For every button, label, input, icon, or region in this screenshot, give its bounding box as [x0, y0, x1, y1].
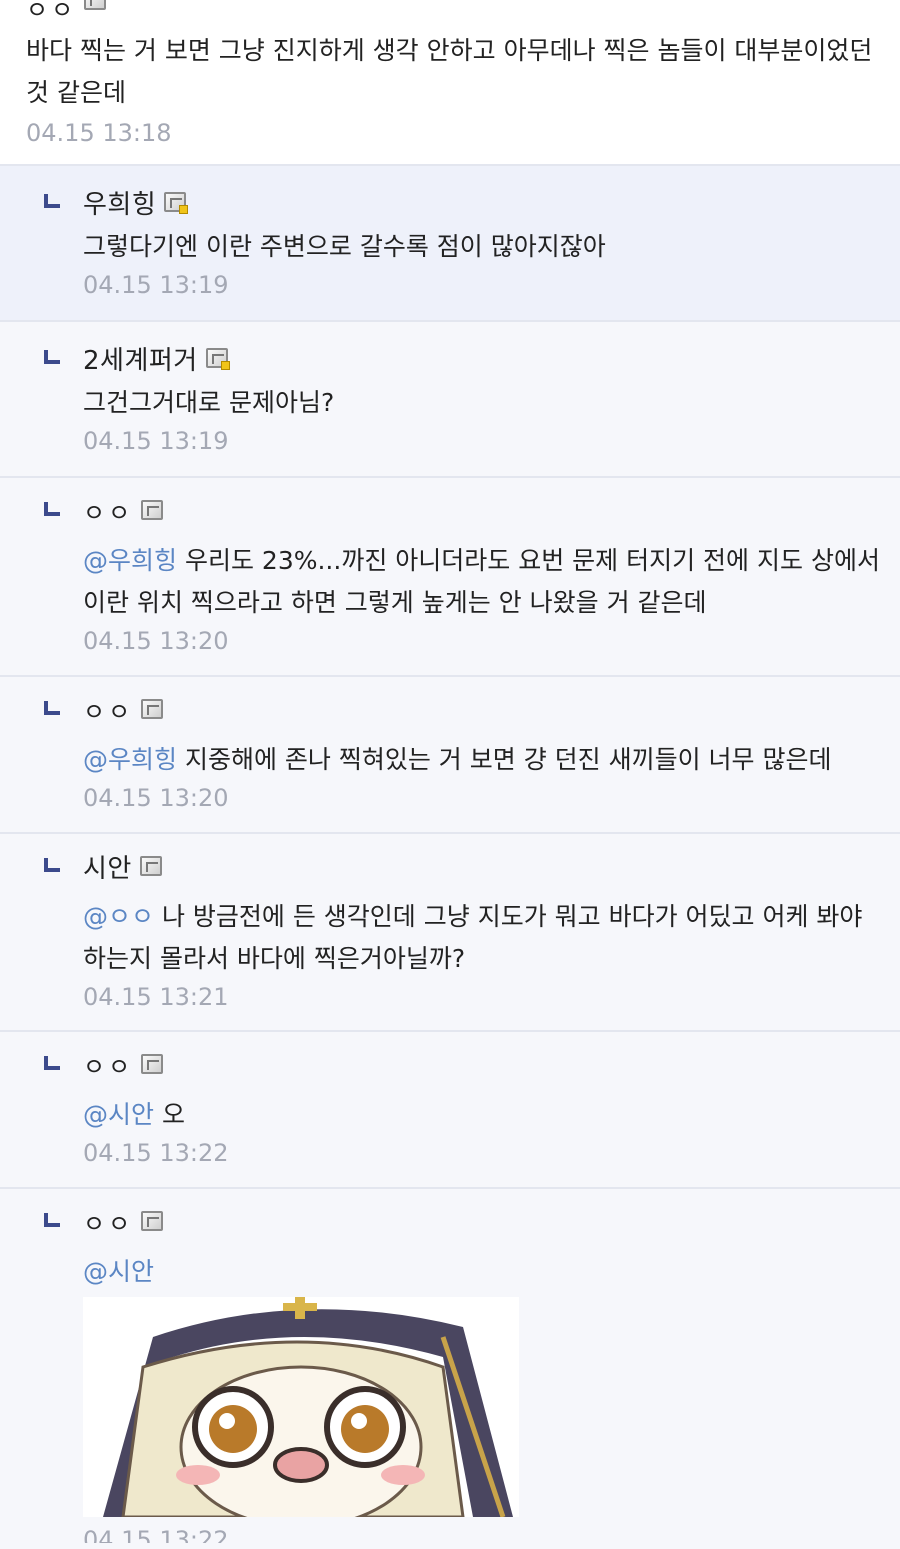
comment-text-body: 오	[154, 1100, 185, 1129]
author-name[interactable]: ㅇㅇ	[83, 1204, 133, 1239]
comment-text: 그렇다기엔 이란 주변으로 갈수록 점이 많아지잖아	[83, 232, 606, 261]
comment-text-body: 우리도 23%...까진 아니더라도 요번 문제 터지기 전에 지도 상에서 이…	[83, 546, 880, 617]
fixed-nick-badge-icon	[141, 1211, 164, 1231]
mention-link[interactable]: @ㅇㅇ	[83, 902, 154, 931]
reply-comment: 시안 @ㅇㅇ 나 방금전에 든 생각인데 그냥 지도가 뭐고 바다가 어딨고 어…	[0, 834, 900, 1032]
comment-timestamp: 04.15 13:18	[26, 119, 172, 147]
mention-link[interactable]: @우희힝	[83, 546, 177, 575]
reply-arrow-icon	[44, 502, 60, 516]
reply-comment: 2세계퍼거 그건그거대로 문제아님? 04.15 13:19	[0, 322, 900, 478]
author-name[interactable]: 2세계퍼거	[83, 340, 198, 377]
fixed-nick-badge-icon	[164, 192, 189, 214]
mention-link[interactable]: @우희힝	[83, 745, 177, 774]
reply-arrow-icon	[44, 701, 60, 715]
author-line: ㅇㅇ	[26, 0, 874, 24]
reply-arrow-icon	[44, 858, 60, 872]
comment-text-body: 나 방금전에 든 생각인데 그냥 지도가 뭐고 바다가 어딨고 어케 봐야하는지…	[83, 902, 863, 973]
comment-text-body: 지중해에 존나 찍혀있는 거 보면 걍 던진 새끼들이 너무 많은데	[177, 745, 832, 774]
reply-arrow-icon	[44, 350, 60, 364]
comment-timestamp: 04.15 13:19	[83, 271, 229, 299]
comment-thread: ㅇㅇ 바다 찍는 거 보면 그냥 진지하게 생각 안하고 아무데나 찍은 놈들이…	[0, 0, 900, 1549]
reply-arrow-icon	[44, 194, 60, 208]
reply-comment: ㅇㅇ @우희힝 우리도 23%...까진 아니더라도 요번 문제 터지기 전에 …	[0, 478, 900, 677]
emoticon-image[interactable]	[83, 1297, 519, 1529]
comment-timestamp: 04.15 13:20	[83, 627, 229, 655]
fixed-nick-badge-icon	[84, 0, 107, 10]
author-name[interactable]: ㅇㅇ	[83, 493, 133, 528]
comment-root: ㅇㅇ 바다 찍는 거 보면 그냥 진지하게 생각 안하고 아무데나 찍은 놈들이…	[0, 0, 900, 166]
author-line: ㅇㅇ	[83, 689, 880, 729]
comment-text: @시안 오	[83, 1094, 880, 1136]
comment-text: @우희힝 지중해에 존나 찍혀있는 거 보면 걍 던진 새끼들이 너무 많은데	[83, 739, 880, 781]
reply-comment: ㅇㅇ @시안 04.15 13:22	[0, 1189, 900, 1549]
comment-text: @시안	[83, 1251, 880, 1293]
comment-timestamp: 04.15 13:19	[83, 427, 229, 455]
fixed-nick-badge-icon	[141, 699, 164, 719]
comment-text: 그건그거대로 문제아님?	[83, 388, 335, 417]
author-line: ㅇㅇ	[83, 1044, 880, 1084]
fixed-nick-badge-icon	[141, 500, 164, 520]
fixed-nick-badge-icon	[139, 856, 162, 876]
reply-arrow-icon	[44, 1213, 60, 1227]
comment-timestamp: 04.15 13:20	[83, 784, 229, 812]
comment-timestamp: 04.15 13:22	[83, 1139, 229, 1167]
author-name[interactable]: 우희힝	[83, 184, 156, 221]
author-name[interactable]: 시안	[83, 848, 132, 885]
fixed-nick-badge-icon	[141, 1054, 164, 1074]
author-name[interactable]: ㅇㅇ	[83, 692, 133, 727]
mention-link[interactable]: @시안	[83, 1100, 154, 1129]
reply-comment: ㅇㅇ @우희힝 지중해에 존나 찍혀있는 거 보면 걍 던진 새끼들이 너무 많…	[0, 677, 900, 834]
comment-timestamp: 04.15 13:21	[83, 983, 229, 1011]
comment-text: @우희힝 우리도 23%...까진 아니더라도 요번 문제 터지기 전에 지도 …	[83, 540, 880, 624]
comment-text: @ㅇㅇ 나 방금전에 든 생각인데 그냥 지도가 뭐고 바다가 어딨고 어케 봐…	[83, 896, 880, 980]
author-line: 2세계퍼거	[83, 338, 880, 378]
author-line: 우희힝	[83, 182, 880, 222]
reply-comment: 우희힝 그렇다기엔 이란 주변으로 갈수록 점이 많아지잖아 04.15 13:…	[0, 166, 900, 322]
author-name[interactable]: ㅇㅇ	[26, 0, 76, 25]
fixed-nick-badge-icon	[205, 348, 230, 370]
reply-comment: ㅇㅇ @시안 오 04.15 13:22	[0, 1032, 900, 1189]
author-line: ㅇㅇ	[83, 1201, 880, 1241]
mention-link[interactable]: @시안	[83, 1257, 154, 1286]
comment-timestamp: 04.15 13:22	[83, 1526, 229, 1543]
reply-arrow-icon	[44, 1056, 60, 1070]
author-line: 시안	[83, 846, 880, 886]
comment-text: 바다 찍는 거 보면 그냥 진지하게 생각 안하고 아무데나 찍은 놈들이 대부…	[26, 36, 873, 107]
author-line: ㅇㅇ	[83, 490, 880, 530]
author-name[interactable]: ㅇㅇ	[83, 1047, 133, 1082]
